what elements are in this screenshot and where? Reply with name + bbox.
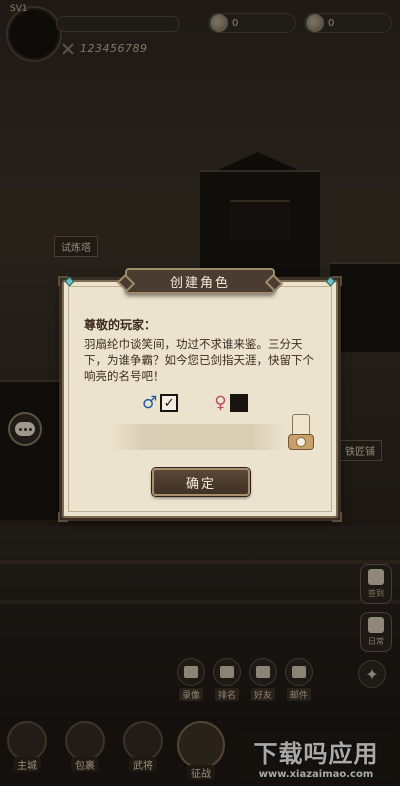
male-checkbox[interactable]: ✓ [160,394,179,412]
flower-icon [296,437,306,447]
dialog-title: 创建角色 [169,275,230,291]
frame-corner [58,512,68,522]
gender-selector: ♂ ✓ ♀ [142,394,248,412]
dialog-title-plate: 创建角色 [125,268,275,294]
character-name-input[interactable] [110,424,286,450]
frame-corner [332,512,342,522]
dialog-message: 羽扇纶巾谈笑间，功过不求谁来鉴。三分天下，为谁争霸？如今您已剑指天涯，快留下个响… [84,337,314,383]
random-name-button[interactable] [288,414,314,452]
greeting-text: 尊敬的玩家： [84,318,157,332]
confirm-button[interactable]: 确定 [152,468,250,496]
male-icon: ♂ [142,393,158,413]
female-checkbox[interactable] [229,394,248,412]
scroll-icon [292,414,310,436]
create-character-dialog: 创建角色 尊敬的玩家： 羽扇纶巾谈笑间，功过不求谁来鉴。三分天下，为谁争霸？如今… [58,268,342,522]
female-icon: ♀ [214,393,227,413]
